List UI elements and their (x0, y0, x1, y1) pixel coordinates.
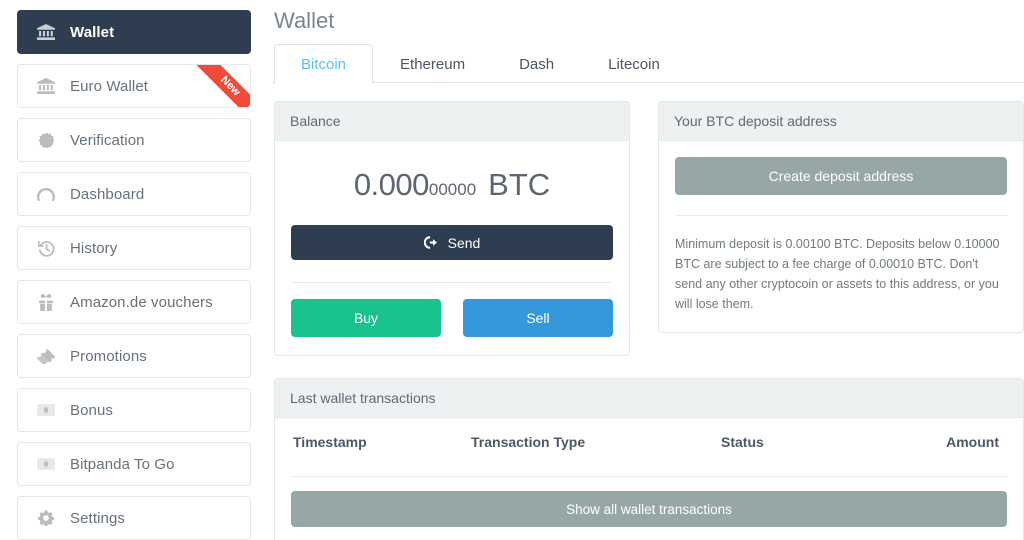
transactions-table-header: Timestamp Transaction Type Status Amount (275, 418, 1023, 476)
gear-icon (35, 509, 57, 527)
tab-bitcoin[interactable]: Bitcoin (274, 44, 374, 84)
sidebar-item-amazon-de-vouchers[interactable]: Amazon.de vouchers (17, 280, 251, 324)
buy-button[interactable]: Buy (291, 299, 441, 337)
balance-currency: BTC (488, 167, 551, 202)
sidebar-item-promotions[interactable]: Promotions (17, 334, 251, 378)
transactions-panel-header: Last wallet transactions (275, 379, 1023, 418)
send-button[interactable]: Send (291, 225, 613, 260)
deposit-panel: Your BTC deposit address Create deposit … (658, 101, 1024, 333)
send-button-label: Send (447, 234, 481, 251)
page-title: Wallet (274, 8, 335, 33)
tab-litecoin[interactable]: Litecoin (581, 44, 687, 84)
sidebar-item-label: Bonus (70, 401, 114, 419)
tab-ethereum[interactable]: Ethereum (373, 44, 492, 84)
deposit-column: Your BTC deposit address Create deposit … (658, 101, 1024, 356)
gift-icon (35, 293, 57, 311)
sidebar-item-label: Wallet (70, 23, 115, 41)
bank-icon (35, 77, 57, 95)
money-bill-icon (35, 455, 57, 473)
sidebar-item-wallet[interactable]: Wallet (17, 10, 251, 54)
balance-column: Balance 0.00000000 BTC Send Buy Sell (274, 101, 630, 356)
deposit-panel-body: Create deposit address Minimum deposit i… (659, 141, 1023, 332)
balance-panel-header: Balance (275, 102, 629, 141)
sidebar-item-label: Amazon.de vouchers (70, 293, 213, 311)
sidebar-item-label: Verification (70, 131, 145, 149)
buy-sell-group: Buy Sell (291, 299, 613, 337)
wallet-tabs: Bitcoin Ethereum Dash Litecoin (272, 44, 1024, 84)
new-ribbon: New (188, 65, 250, 107)
sidebar-item-history[interactable]: History (17, 226, 251, 270)
balance-panel: Balance 0.00000000 BTC Send Buy Sell (274, 101, 630, 356)
sidebar-item-bonus[interactable]: Bonus (17, 388, 251, 432)
panels-row: Balance 0.00000000 BTC Send Buy Sell You… (272, 101, 1024, 356)
tab-dash[interactable]: Dash (492, 44, 581, 84)
sidebar-item-euro-wallet[interactable]: Euro Wallet New (17, 64, 251, 108)
sidebar-item-label: Euro Wallet (70, 77, 149, 95)
sidebar-item-label: Dashboard (70, 185, 145, 203)
column-header-timestamp: Timestamp (293, 434, 367, 450)
show-all-transactions-button[interactable]: Show all wallet transactions (291, 491, 1007, 527)
create-deposit-address-button[interactable]: Create deposit address (675, 157, 1007, 195)
sidebar-item-label: History (70, 239, 118, 257)
sidebar-item-bitpanda-to-go[interactable]: Bitpanda To Go (17, 442, 251, 486)
balance-amount: 0.00000000 BTC (291, 157, 613, 225)
sidebar: Wallet Euro Wallet New Verification Dashboar… (0, 0, 268, 540)
balance-minor: 00000 (428, 180, 477, 199)
sell-button[interactable]: Sell (463, 299, 613, 337)
sidebar-item-verification[interactable]: Verification (17, 118, 251, 162)
balance-divider (291, 282, 613, 283)
money-bill-icon (35, 401, 57, 419)
column-header-transaction-type: Transaction Type (471, 434, 586, 450)
balance-major: 0.000 (353, 167, 430, 202)
sidebar-item-label: Bitpanda To Go (70, 455, 175, 473)
sidebar-item-settings[interactable]: Settings (17, 496, 251, 540)
sign-out-icon (423, 235, 439, 250)
deposit-panel-header: Your BTC deposit address (659, 102, 1023, 141)
ticket-icon (35, 347, 57, 365)
badge-icon (35, 131, 57, 149)
balance-panel-body: 0.00000000 BTC Send Buy Sell (275, 141, 629, 355)
column-header-amount: Amount (946, 434, 999, 450)
transactions-footer: Show all wallet transactions (275, 477, 1023, 540)
main-content: Wallet Bitcoin Ethereum Dash Litecoin Balan… (268, 0, 1024, 540)
column-header-status: Status (721, 434, 764, 450)
app-root: Wallet Euro Wallet New Verification Dashboar… (0, 0, 1024, 540)
deposit-note: Minimum deposit is 0.00100 BTC. Deposits… (675, 215, 1007, 314)
sidebar-item-label: Settings (70, 509, 125, 527)
history-icon (35, 239, 57, 257)
sidebar-item-label: Promotions (70, 347, 147, 365)
transactions-section: Last wallet transactions Timestamp Transa… (272, 378, 1024, 540)
bank-icon (35, 23, 57, 41)
new-ribbon-label: New (191, 65, 250, 107)
transactions-panel: Last wallet transactions Timestamp Transa… (274, 378, 1024, 540)
gauge-icon (35, 185, 57, 203)
sidebar-item-dashboard[interactable]: Dashboard (17, 172, 251, 216)
